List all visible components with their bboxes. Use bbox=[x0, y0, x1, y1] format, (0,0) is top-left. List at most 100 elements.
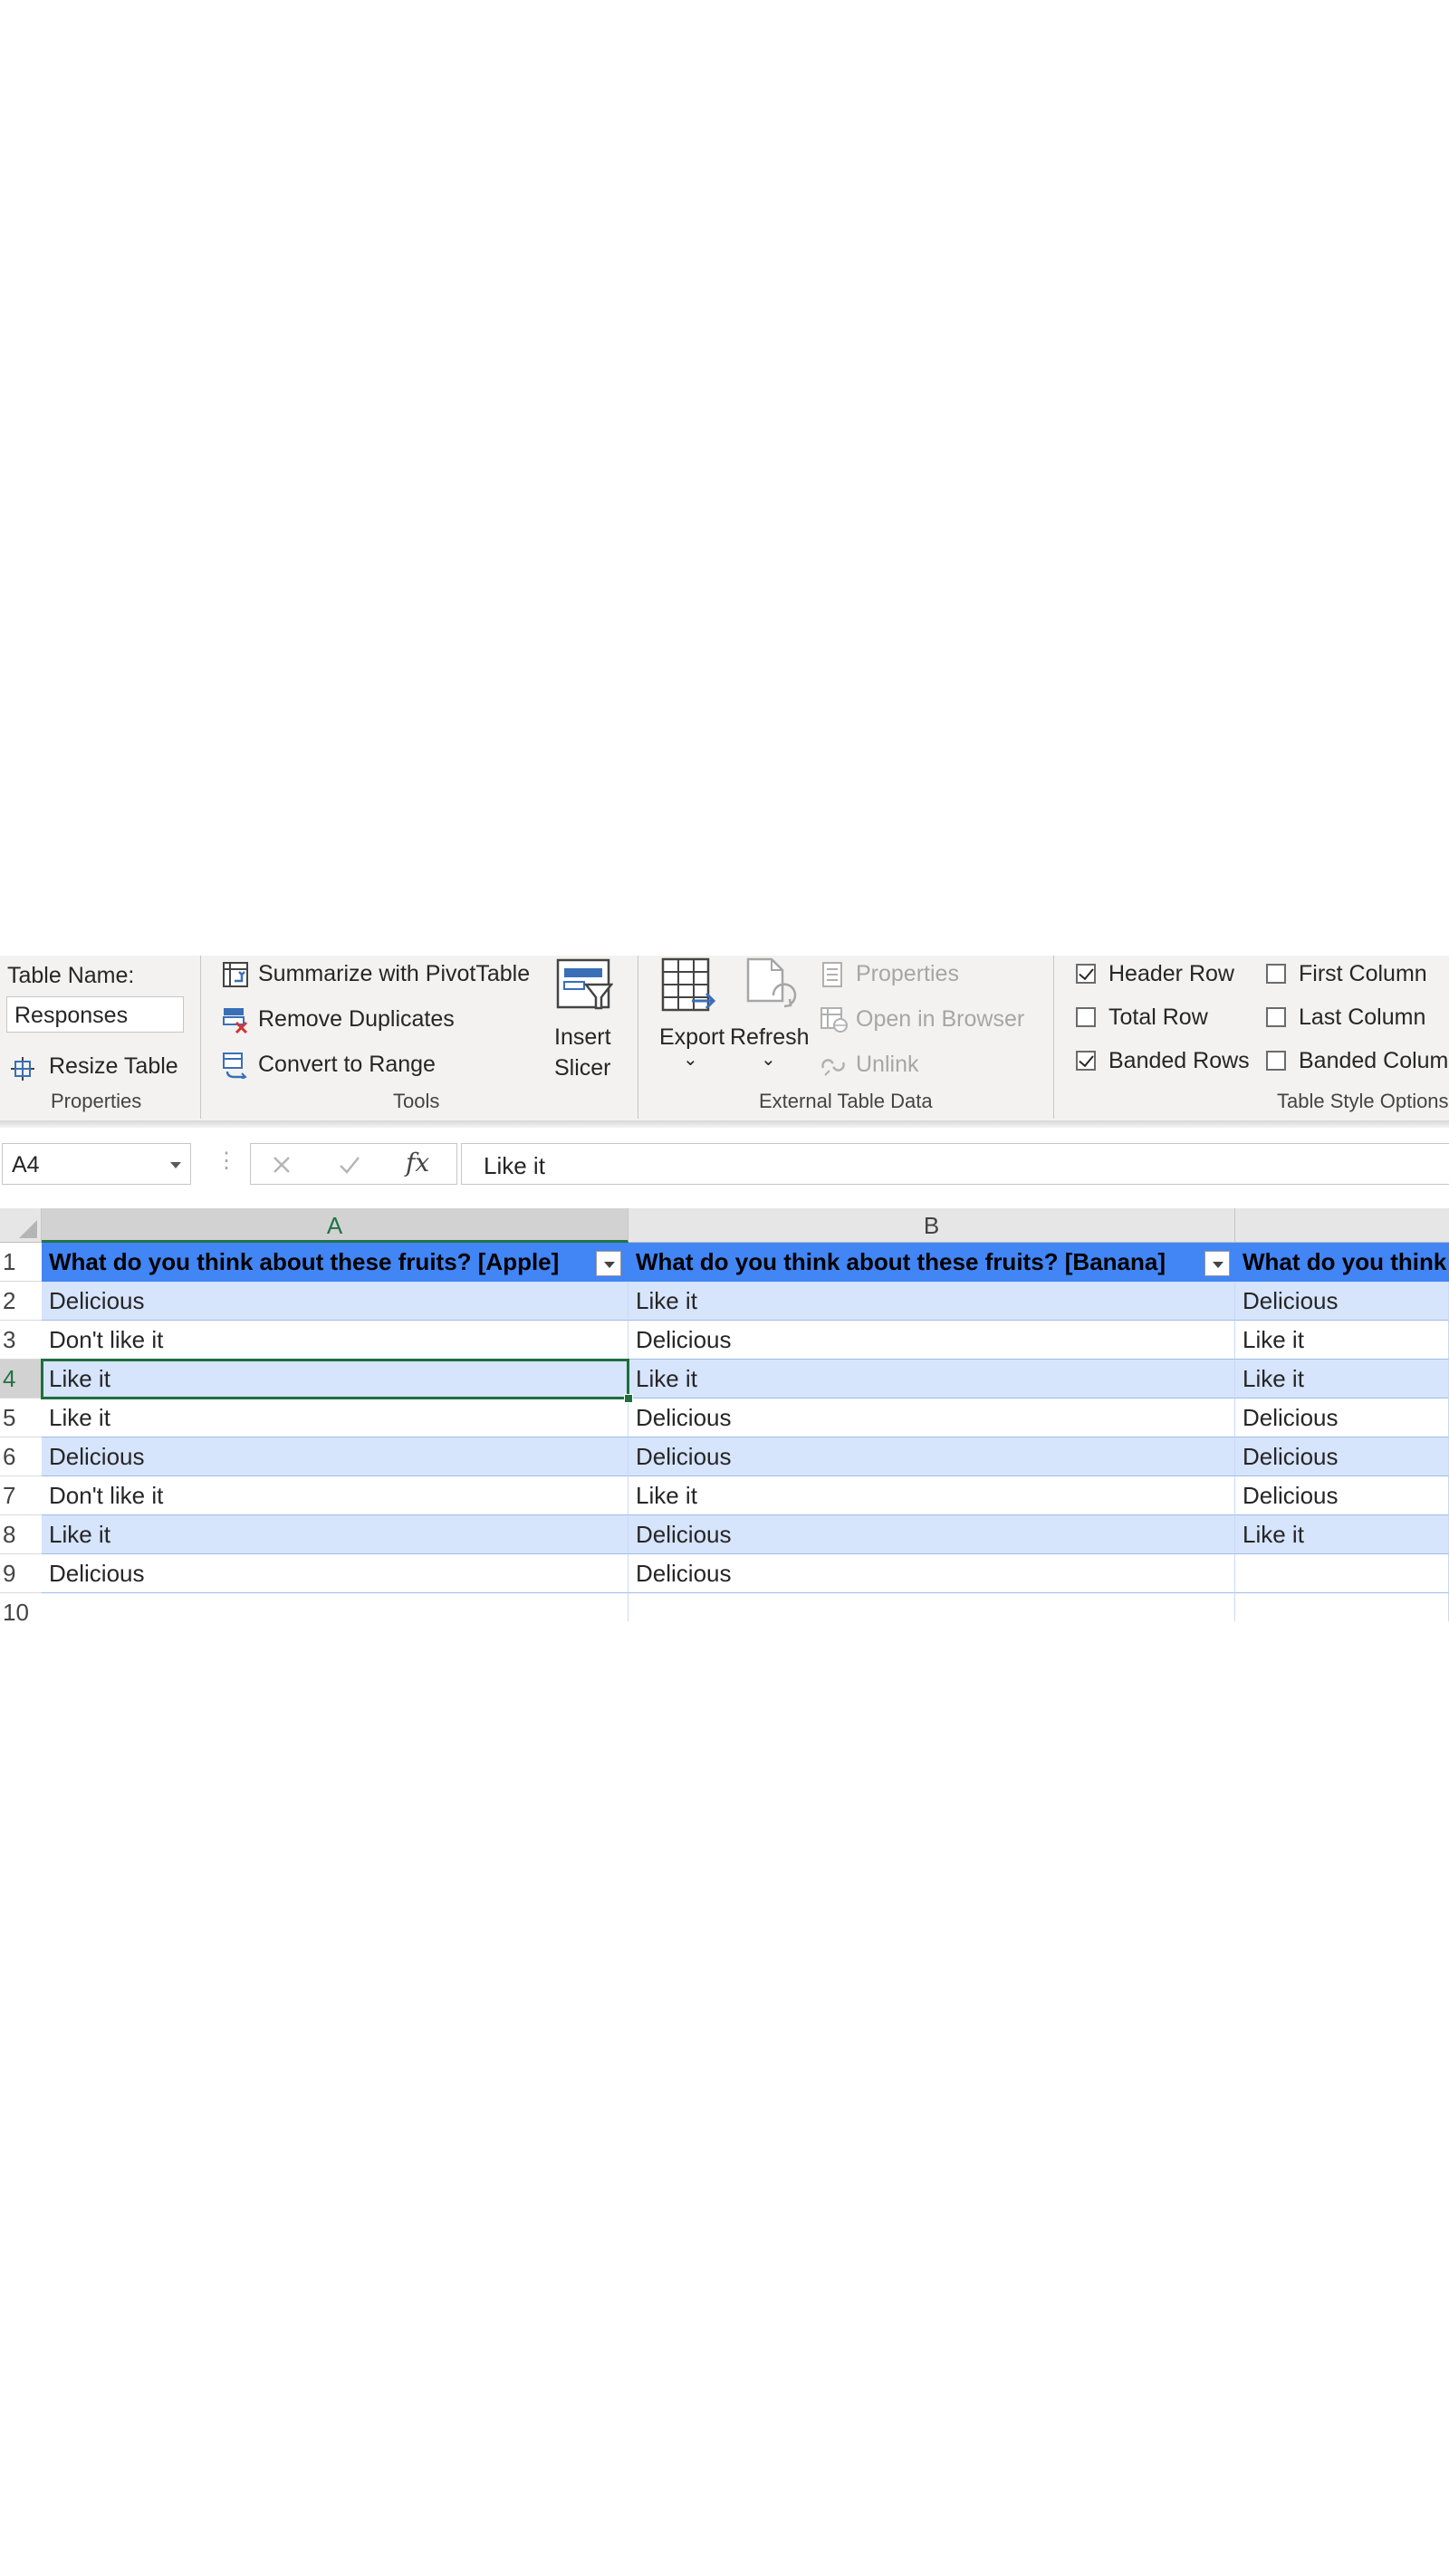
name-box-dropdown-icon[interactable] bbox=[170, 1162, 181, 1168]
slicer-icon bbox=[556, 958, 613, 1010]
cell-b5[interactable]: Delicious bbox=[629, 1399, 1235, 1437]
fill-handle[interactable] bbox=[624, 1394, 633, 1403]
cell-c4[interactable]: Like it bbox=[1235, 1360, 1449, 1399]
cell-b6[interactable]: Delicious bbox=[629, 1437, 1235, 1476]
header-cell-b1[interactable]: What do you think about these fruits? [B… bbox=[629, 1243, 1235, 1282]
formula-input[interactable]: Like it bbox=[461, 1143, 1449, 1185]
table-row: Delicious Delicious Delicious bbox=[42, 1437, 1449, 1476]
export-dropdown-icon: ⌄ bbox=[683, 1050, 698, 1070]
insert-slicer-button[interactable]: Insert Slicer bbox=[543, 956, 625, 1082]
cell-b8[interactable]: Delicious bbox=[629, 1515, 1235, 1554]
row-header-3[interactable]: 3 bbox=[0, 1321, 42, 1360]
row-header-2[interactable]: 2 bbox=[0, 1282, 42, 1321]
cell-c6[interactable]: Delicious bbox=[1235, 1437, 1449, 1476]
first-column-checkbox[interactable] bbox=[1266, 964, 1286, 984]
cancel-icon[interactable] bbox=[271, 1154, 293, 1176]
header-cell-a1[interactable]: What do you think about these fruits? [A… bbox=[42, 1243, 629, 1282]
table-row: Like it Delicious Like it bbox=[42, 1515, 1449, 1554]
cell-c3[interactable]: Like it bbox=[1235, 1321, 1449, 1360]
cell-a2[interactable]: Delicious bbox=[42, 1282, 629, 1321]
header-row-checkbox[interactable] bbox=[1076, 964, 1096, 984]
filter-dropdown-apple-icon[interactable] bbox=[596, 1251, 621, 1276]
cell-a5[interactable]: Like it bbox=[42, 1399, 629, 1437]
column-header-a[interactable]: A bbox=[42, 1208, 629, 1243]
column-header-b[interactable]: B bbox=[629, 1208, 1235, 1243]
unlink-label: Unlink bbox=[856, 1052, 919, 1077]
cell-b3[interactable]: Delicious bbox=[629, 1321, 1235, 1360]
external-data-group-label: External Table Data bbox=[759, 1090, 933, 1112]
cell-b10[interactable] bbox=[629, 1593, 1235, 1621]
table-row: Don't like it Delicious Like it bbox=[42, 1321, 1449, 1360]
excel-window: Table Name: Responses Resize Table Prope… bbox=[0, 956, 1449, 1621]
banded-columns-label: Banded Column bbox=[1299, 1048, 1449, 1073]
last-column-checkbox[interactable] bbox=[1266, 1007, 1286, 1027]
column-header-c[interactable] bbox=[1235, 1208, 1449, 1243]
row-header-8[interactable]: 8 bbox=[0, 1515, 42, 1554]
row-header-6[interactable]: 6 bbox=[0, 1437, 42, 1476]
row-header-10[interactable]: 10 bbox=[0, 1593, 42, 1621]
refresh-button[interactable]: Refresh ⌄ bbox=[730, 956, 810, 1082]
insert-slicer-label-2: Slicer bbox=[554, 1055, 611, 1081]
cell-a7[interactable]: Don't like it bbox=[42, 1476, 629, 1515]
row-header-9[interactable]: 9 bbox=[0, 1554, 42, 1593]
active-cell-selection bbox=[41, 1359, 629, 1399]
table-design-ribbon: Table Name: Responses Resize Table Prope… bbox=[0, 956, 1449, 1121]
table-row: Delicious Like it Delicious bbox=[42, 1282, 1449, 1321]
cell-a6[interactable]: Delicious bbox=[42, 1437, 629, 1476]
row-header-4[interactable]: 4 bbox=[0, 1360, 42, 1399]
refresh-label: Refresh bbox=[730, 1024, 810, 1050]
export-button[interactable]: Export ⌄ bbox=[654, 956, 728, 1082]
cell-b9[interactable]: Delicious bbox=[629, 1554, 1235, 1593]
cell-a10[interactable] bbox=[42, 1593, 629, 1621]
refresh-dropdown-icon: ⌄ bbox=[761, 1050, 776, 1070]
cell-b4[interactable]: Like it bbox=[629, 1360, 1235, 1399]
properties-label: Properties bbox=[856, 961, 959, 986]
cell-a9[interactable]: Delicious bbox=[42, 1554, 629, 1593]
remove-duplicates-icon bbox=[223, 1008, 248, 1033]
insert-function-icon[interactable]: fx bbox=[406, 1148, 429, 1177]
row-header-7[interactable]: 7 bbox=[0, 1476, 42, 1515]
cell-c8[interactable]: Like it bbox=[1235, 1515, 1449, 1554]
table-row bbox=[42, 1593, 1449, 1621]
table-name-label: Table Name: bbox=[7, 963, 135, 988]
resize-table-label: Resize Table bbox=[49, 1053, 178, 1079]
banded-rows-label: Banded Rows bbox=[1108, 1048, 1250, 1073]
convert-to-range-icon bbox=[223, 1053, 247, 1079]
row-header-5[interactable]: 5 bbox=[0, 1399, 42, 1437]
name-box[interactable]: A4 bbox=[2, 1143, 191, 1185]
enter-check-icon[interactable] bbox=[338, 1154, 361, 1176]
table-header-row: What do you think about these fruits? [A… bbox=[42, 1243, 1449, 1282]
row-header-1[interactable]: 1 bbox=[0, 1243, 42, 1282]
insert-slicer-label-1: Insert bbox=[554, 1024, 611, 1050]
cell-c7[interactable]: Delicious bbox=[1235, 1476, 1449, 1515]
header-text-banana: What do you think about these fruits? [B… bbox=[636, 1248, 1166, 1275]
table-name-input[interactable]: Responses bbox=[6, 996, 184, 1033]
remove-duplicates-label: Remove Duplicates bbox=[258, 1006, 455, 1032]
cell-b2[interactable]: Like it bbox=[629, 1282, 1235, 1321]
cell-c9[interactable] bbox=[1235, 1554, 1449, 1593]
first-column-label: First Column bbox=[1299, 961, 1427, 986]
unlink-icon bbox=[821, 1059, 845, 1076]
cell-a8[interactable]: Like it bbox=[42, 1515, 629, 1554]
tools-group-label: Tools bbox=[393, 1090, 440, 1112]
properties-icon bbox=[822, 962, 842, 987]
summarize-pivottable-label: Summarize with PivotTable bbox=[258, 961, 531, 986]
header-cell-c1[interactable]: What do you think bbox=[1235, 1243, 1449, 1282]
style-options-group-label: Table Style Options bbox=[1277, 1090, 1449, 1112]
cell-c5[interactable]: Delicious bbox=[1235, 1399, 1449, 1437]
table-row: Delicious Delicious bbox=[42, 1554, 1449, 1593]
name-box-value: A4 bbox=[12, 1152, 40, 1177]
filter-dropdown-banana-icon[interactable] bbox=[1204, 1251, 1230, 1276]
banded-columns-checkbox[interactable] bbox=[1266, 1051, 1286, 1071]
cell-c2[interactable]: Delicious bbox=[1235, 1282, 1449, 1321]
more-options-icon: ⋮ bbox=[216, 1149, 237, 1173]
banded-rows-checkbox[interactable] bbox=[1076, 1051, 1096, 1071]
export-label: Export bbox=[659, 1024, 725, 1050]
cell-b7[interactable]: Like it bbox=[629, 1476, 1235, 1515]
table-row: Don't like it Like it Delicious bbox=[42, 1476, 1449, 1515]
cell-c10[interactable] bbox=[1235, 1593, 1449, 1621]
export-icon bbox=[661, 957, 716, 1012]
cell-a3[interactable]: Don't like it bbox=[42, 1321, 629, 1360]
total-row-checkbox[interactable] bbox=[1076, 1007, 1096, 1027]
select-all-corner[interactable] bbox=[0, 1208, 42, 1243]
